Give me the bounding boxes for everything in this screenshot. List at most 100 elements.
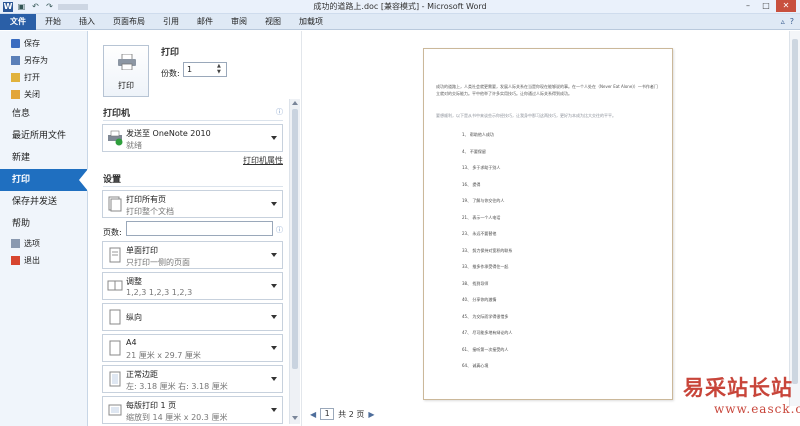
ribbon-right-icons: ▵ ? (781, 17, 794, 26)
page-number-input[interactable]: 1 (320, 408, 335, 420)
pages-input[interactable] (126, 221, 273, 236)
chevron-down-icon (271, 408, 277, 412)
save-as-icon (11, 56, 20, 65)
scroll-down-icon[interactable] (292, 416, 298, 420)
one-sided-icon (109, 247, 121, 263)
preview-list-item: 16、 提得 (462, 181, 481, 187)
preview-scrollbar[interactable] (789, 31, 800, 406)
info-icon[interactable]: ⓘ (276, 107, 283, 117)
next-page-icon[interactable]: ▶ (368, 410, 374, 419)
printer-icon (118, 54, 136, 70)
margins-dropdown[interactable]: 正常边距 左: 3.18 厘米 右: 3.18 厘米 (102, 365, 283, 393)
nav-help[interactable]: 帮助 (0, 213, 87, 235)
chevron-down-icon (271, 253, 277, 257)
paper-size-icon (109, 340, 121, 356)
window-title: 成功的道路上.doc [兼容模式] - Microsoft Word (313, 2, 487, 11)
tab-addins[interactable]: 加载项 (290, 14, 332, 30)
nav-save-send[interactable]: 保存并发送 (0, 191, 87, 213)
pages-per-sheet-dropdown[interactable]: 每版打印 1 页 缩放到 14 厘米 x 20.3 厘米 (102, 396, 283, 424)
printer-dropdown[interactable]: 发送至 OneNote 2010 就绪 (102, 124, 283, 152)
tab-references[interactable]: 引用 (154, 14, 188, 30)
sides-dropdown[interactable]: 单面打印 只打印一侧的页面 (102, 241, 283, 269)
nav-options[interactable]: 选项 (0, 235, 87, 252)
divider (103, 120, 283, 121)
settings-section-title: 设置 (103, 175, 122, 185)
nav-new[interactable]: 新建 (0, 147, 87, 169)
info-icon[interactable]: ⓘ (276, 225, 283, 235)
tab-file[interactable]: 文件 (0, 14, 36, 30)
scroll-up-icon[interactable] (292, 101, 298, 105)
preview-list-item: 33、 努力保持对宽积的联系 (462, 247, 513, 253)
save-icon (11, 39, 20, 48)
tab-mailings[interactable]: 邮件 (188, 14, 222, 30)
folder-close-icon (11, 90, 20, 99)
preview-list-item: 47、 尽可能多地有辩论的人 (462, 330, 513, 335)
paper-size-dropdown[interactable]: A4 21 厘米 x 29.7 厘米 (102, 334, 283, 362)
page-navigator: ◀ 1 共 2 页 ▶ (310, 408, 375, 420)
minimize-button[interactable]: – (740, 0, 756, 12)
nav-print[interactable]: 打印 (0, 169, 88, 191)
preview-list-item: 21、 表示一个人电话 (462, 214, 501, 220)
nav-save-as[interactable]: 另存为 (0, 52, 87, 69)
title-bar: W ▣ ↶ ↷ 成功的道路上.doc [兼容模式] - Microsoft Wo… (0, 0, 800, 14)
divider (103, 186, 283, 187)
nav-open[interactable]: 打开 (0, 69, 87, 86)
minimize-ribbon-icon[interactable]: ▵ (781, 17, 785, 26)
copies-spinner[interactable]: ▲ ▼ (217, 63, 221, 75)
help-icon[interactable]: ? (790, 17, 794, 26)
tab-review[interactable]: 审阅 (222, 14, 256, 30)
chevron-down-icon (271, 136, 277, 140)
pages-per-sheet-icon (108, 404, 122, 416)
preview-list-item: 40、 分享你的激情 (462, 297, 497, 302)
tab-insert[interactable]: 插入 (70, 14, 104, 30)
settings-scrollbar[interactable] (289, 99, 300, 424)
scroll-thumb[interactable] (792, 39, 798, 384)
close-button[interactable]: ✕ (776, 0, 796, 12)
collate-dropdown[interactable]: 调整 1,2,3 1,2,3 1,2,3 (102, 272, 283, 300)
printer-properties-link[interactable]: 打印机属性 (243, 155, 283, 166)
collate-icon (107, 280, 123, 291)
preview-list-item: 33、 推多作承受得住一起 (462, 264, 509, 269)
nav-save[interactable]: 保存 (0, 35, 87, 52)
preview-list-item: 13、 多于求助于别人 (462, 165, 501, 170)
prev-page-icon[interactable]: ◀ (310, 410, 316, 419)
pages-label: 页数: (103, 228, 122, 237)
nav-info[interactable]: 信息 (0, 103, 87, 125)
ribbon-tabs: 文件 开始 插入 页面布局 引用 邮件 审阅 视图 加载项 ▵ ? (0, 14, 800, 30)
watermark-text: 易采站长站 (683, 375, 793, 400)
preview-list-item: 1、 帮助他人成功 (462, 132, 494, 137)
options-icon (11, 239, 20, 248)
print-button-label: 打印 (118, 81, 134, 90)
tab-view[interactable]: 视图 (256, 14, 290, 30)
orientation-dropdown[interactable]: 纵向 (102, 303, 283, 331)
pages-icon (108, 196, 122, 212)
chevron-down-icon (271, 202, 277, 206)
tab-home[interactable]: 开始 (36, 14, 70, 30)
backstage-nav: 保存 另存为 打开 关闭 信息 最近所用文件 新建 打印 保存并发送 帮助 选项… (0, 31, 88, 426)
chevron-down-icon (271, 284, 277, 288)
nav-recent[interactable]: 最近所用文件 (0, 125, 87, 147)
print-heading: 打印 (161, 48, 180, 58)
printer-name: 发送至 OneNote 2010 (126, 129, 211, 138)
tab-page-layout[interactable]: 页面布局 (104, 14, 154, 30)
chevron-down-icon (271, 346, 277, 350)
preview-list-item: 45、 为交际而学得很惜多 (462, 313, 509, 319)
chevron-down-icon (271, 377, 277, 381)
nav-exit[interactable]: 退出 (0, 252, 87, 269)
print-preview: 成功的道路上，人类社会就更需要，发展人际关系在当是你现在能够说的事。在一个人处在… (301, 31, 800, 426)
preview-list-item: 19、 了解与你交往的人 (462, 198, 505, 203)
maximize-button[interactable]: □ (758, 0, 774, 12)
print-button[interactable]: 打印 (103, 45, 149, 97)
nav-close[interactable]: 关闭 (0, 86, 87, 103)
print-range-dropdown[interactable]: 打印所有页 打印整个文档 (102, 190, 283, 218)
scroll-thumb[interactable] (292, 109, 298, 369)
print-settings-panel: 打印 打印 份数: 1 ▲ ▼ 打印机 ⓘ 发送至 OneNote 2010 就绪… (89, 31, 301, 426)
preview-list-item: 38、 找到导师 (462, 280, 489, 286)
margins-icon (109, 371, 121, 387)
page-total: 共 2 页 (338, 409, 365, 419)
copies-label: 份数: (161, 69, 180, 78)
preview-list-item: 23、 永远不要替他 (462, 231, 497, 236)
preview-intro: 成功的道路上，人类社会就更需要，发展人际关系在当是你现在能够说的事。在一个人处在… (436, 84, 658, 96)
portrait-icon (109, 309, 121, 325)
watermark-url: www.easck.com (714, 402, 800, 416)
